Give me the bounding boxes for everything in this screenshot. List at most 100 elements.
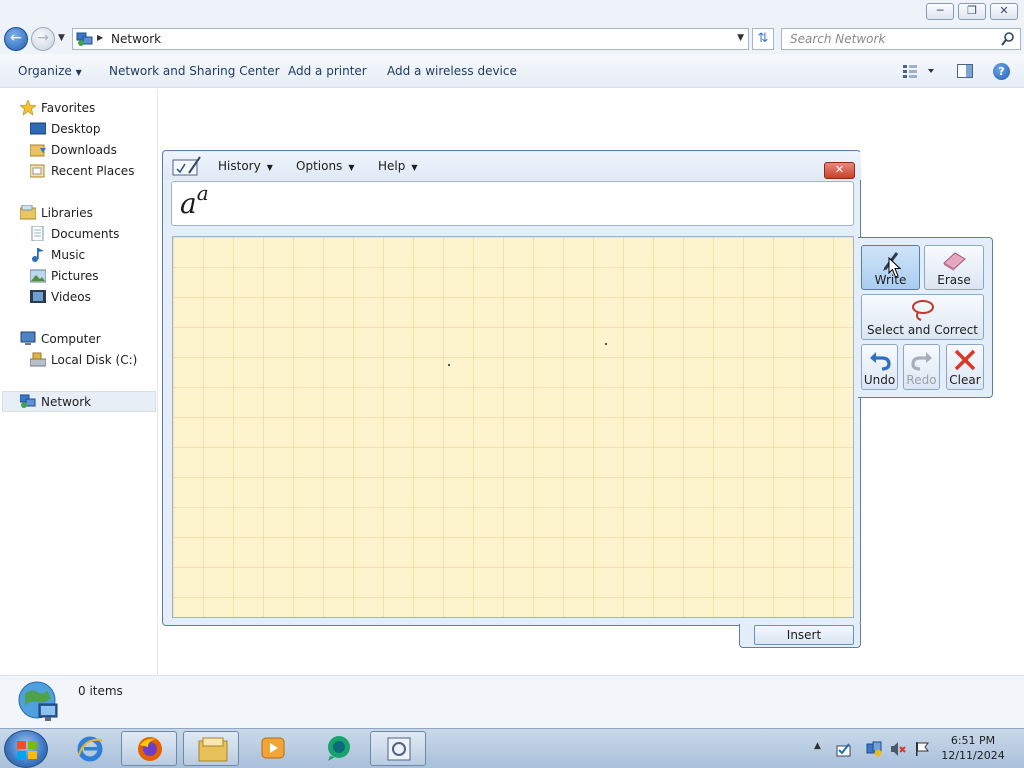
select-and-correct-button[interactable]: Select and Correct (861, 294, 984, 340)
select-and-correct-label: Select and Correct (866, 323, 979, 337)
math-tools-palette: Write Erase Select and Correct Undo Redo… (858, 237, 993, 398)
volume-muted-icon[interactable] (890, 741, 906, 757)
expression-exponent: a (196, 181, 209, 205)
ink-stroke (605, 343, 607, 345)
chevron-down-icon: ▼ (75, 68, 82, 77)
refresh-button[interactable]: ⇅ (752, 28, 774, 50)
insert-tab: Insert (739, 624, 861, 648)
restore-button[interactable]: ❐ (958, 3, 986, 20)
computer-icon (20, 331, 36, 345)
undo-button[interactable]: Undo (861, 344, 898, 390)
taskbar-math-input-panel[interactable] (370, 731, 426, 766)
local-disk-icon (30, 352, 46, 367)
options-menu-label: Options (296, 159, 343, 173)
navigation-pane: Favorites Desktop Downloads Recent Place… (0, 89, 158, 675)
breadcrumb-arrow-icon[interactable]: ▶ (97, 33, 103, 42)
search-input[interactable]: Search Network (790, 32, 885, 46)
clock-date: 12/11/2024 (941, 749, 1005, 762)
videos-icon (30, 290, 46, 303)
organize-menu[interactable]: Organize ▼ (18, 64, 82, 78)
close-window-button[interactable]: ✕ (990, 3, 1018, 20)
clock-time: 6:51 PM (950, 734, 996, 747)
nav-documents-label: Documents (51, 227, 120, 241)
mouse-cursor-icon (888, 257, 901, 278)
nav-desktop-label: Desktop (51, 122, 101, 136)
start-button[interactable] (4, 730, 48, 768)
ink-stroke (448, 364, 450, 366)
nav-music-label: Music (51, 248, 86, 262)
undo-label: Undo (863, 373, 896, 387)
minimize-button[interactable]: ─ (926, 3, 954, 20)
item-count: 0 items (78, 684, 123, 698)
chevron-down-icon: ▼ (411, 163, 418, 172)
nav-local-disk-label: Local Disk (C:) (51, 353, 138, 367)
help-menu-label: Help (378, 159, 406, 173)
expression-base: a (180, 187, 197, 220)
network-tray-icon[interactable] (866, 741, 882, 757)
options-menu[interactable]: Options ▼ (296, 159, 354, 173)
erase-button[interactable]: Erase (924, 245, 984, 290)
taskbar-media-player[interactable] (245, 731, 301, 766)
desktop-icon (30, 122, 46, 135)
downloads-folder-icon (30, 144, 46, 157)
flag-icon[interactable] (914, 741, 930, 757)
chevron-down-icon: ▼ (266, 163, 273, 172)
chat-bubble-icon (328, 736, 350, 761)
recent-pages-dropdown[interactable]: ▼ (58, 33, 65, 43)
add-wireless-device-button[interactable]: Add a wireless device (387, 64, 517, 78)
change-view-icon[interactable] (902, 64, 936, 78)
show-hidden-icons-icon[interactable]: ▲ (814, 741, 830, 757)
taskbar-file-explorer[interactable] (183, 731, 239, 766)
history-menu[interactable]: History ▼ (218, 159, 273, 173)
back-button[interactable]: ← (4, 27, 28, 51)
history-menu-label: History (218, 159, 261, 173)
eraser-icon (943, 252, 966, 271)
undo-icon (869, 352, 891, 371)
redo-button[interactable]: Redo (903, 344, 940, 390)
redo-icon (910, 352, 932, 371)
help-icon[interactable]: ? (993, 63, 1010, 80)
math-preview-area: aa (171, 181, 854, 226)
action-center-icon[interactable] (836, 741, 852, 757)
nav-pictures-label: Pictures (51, 269, 99, 283)
clear-button[interactable]: Clear (946, 344, 984, 390)
network-icon (76, 32, 93, 46)
media-player-icon (261, 737, 285, 759)
address-bar[interactable]: ▶ Network ▼ (72, 28, 749, 50)
taskbar-firefox[interactable] (121, 731, 177, 766)
taskbar: ▲ 6:51 PM 12/11/2024 (0, 728, 1024, 768)
taskbar-internet-explorer[interactable] (62, 731, 118, 766)
nav-downloads-label: Downloads (51, 143, 117, 157)
network-icon (20, 394, 36, 408)
help-menu[interactable]: Help ▼ (378, 159, 418, 173)
clear-x-icon (954, 349, 976, 371)
nav-computer-label: Computer (41, 332, 101, 346)
lasso-icon (911, 300, 934, 321)
math-panel-menubar: History ▼ Options ▼ Help ▼ ✕ (164, 152, 861, 180)
math-panel-close-button[interactable]: ✕ (824, 162, 855, 179)
network-sharing-center-button[interactable]: Network and Sharing Center (109, 64, 280, 78)
insert-button[interactable]: Insert (754, 625, 854, 645)
erase-label: Erase (937, 273, 971, 287)
nav-recent-places-label: Recent Places (51, 164, 135, 178)
windows-logo-icon (17, 741, 37, 759)
search-icon[interactable] (1001, 31, 1015, 47)
breadcrumb-network[interactable]: Network (111, 32, 161, 46)
address-dropdown-icon[interactable]: ▼ (737, 33, 744, 43)
libraries-icon (20, 205, 36, 220)
folder-icon (198, 737, 228, 762)
star-icon (20, 100, 36, 115)
chevron-down-icon: ▼ (348, 163, 355, 172)
system-clock[interactable]: 6:51 PM 12/11/2024 (930, 733, 1016, 763)
forward-button[interactable]: → (31, 27, 55, 51)
writing-area[interactable] (172, 236, 854, 618)
details-pane: 0 items (0, 675, 1024, 728)
internet-explorer-icon (77, 736, 103, 762)
preview-pane-icon[interactable] (957, 64, 973, 78)
taskbar-chat-app[interactable] (310, 731, 366, 766)
nav-videos-label: Videos (51, 290, 91, 304)
pictures-icon (30, 269, 46, 283)
add-printer-button[interactable]: Add a printer (288, 64, 367, 78)
navigation-row: ← → ▼ ▶ Network ▼ ⇅ Search Network (0, 24, 1024, 54)
search-box[interactable]: Search Network (781, 28, 1021, 50)
